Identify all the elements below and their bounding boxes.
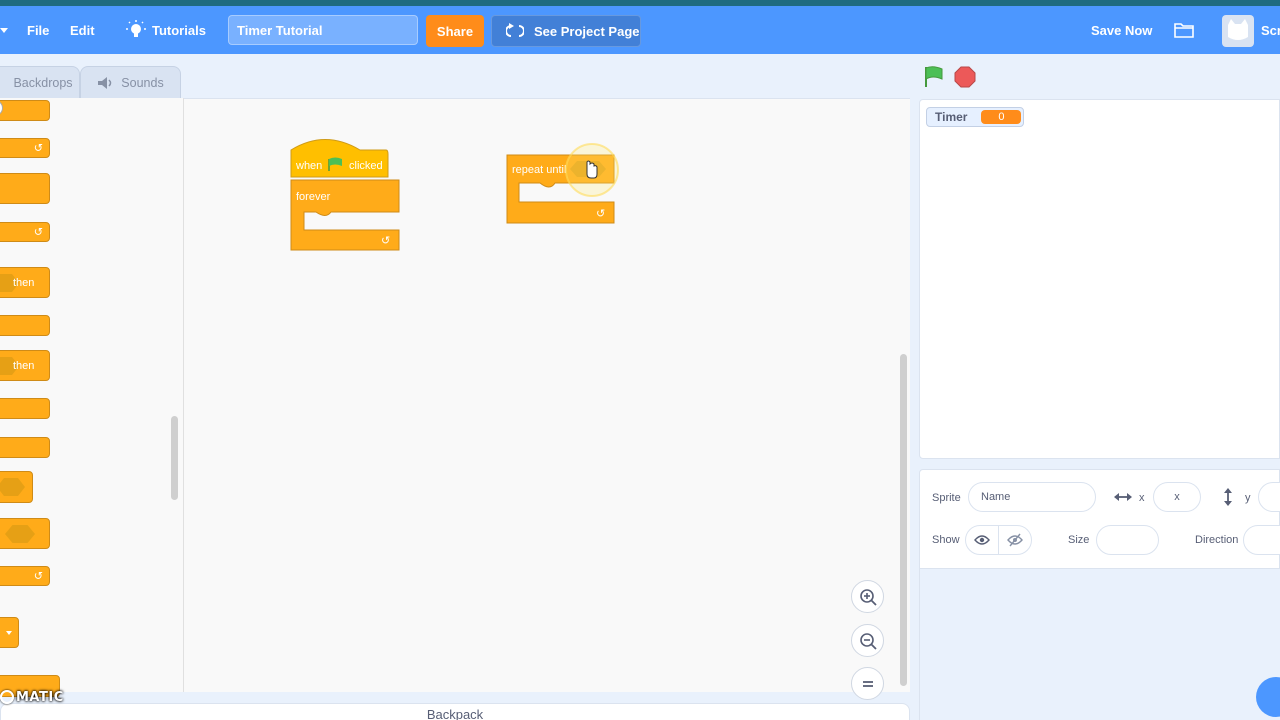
palette-block[interactable] <box>0 518 50 549</box>
sprite-name-input[interactable]: Name <box>968 482 1096 512</box>
watermark-circle-icon <box>0 690 14 704</box>
palette-block[interactable] <box>0 100 50 121</box>
x-label: x <box>1139 492 1145 504</box>
palette-block[interactable] <box>0 315 50 336</box>
palette-block[interactable]: ↺ <box>0 222 50 242</box>
stage-header <box>918 58 1280 98</box>
y-input[interactable] <box>1258 482 1280 512</box>
language-caret-icon[interactable] <box>0 28 8 33</box>
see-project-page-label: See Project Page <box>534 23 640 39</box>
zoom-in-icon <box>859 588 877 606</box>
horizontal-arrows-icon <box>1114 493 1132 501</box>
eye-slash-icon <box>1007 533 1023 547</box>
direction-label: Direction <box>1195 534 1239 546</box>
y-label: y <box>1245 492 1251 504</box>
share-button[interactable]: Share <box>426 15 484 47</box>
user-avatar[interactable] <box>1222 15 1254 47</box>
size-input[interactable] <box>1096 525 1159 555</box>
show-hidden-button[interactable] <box>998 525 1032 555</box>
file-menu[interactable]: File <box>27 6 49 54</box>
see-project-page-button[interactable]: See Project Page <box>491 15 641 47</box>
condition-slot[interactable] <box>0 478 25 496</box>
sprite-label: Sprite <box>932 492 961 504</box>
sprite-info-pane: Sprite Name x x y Show Size Direction <box>919 469 1280 569</box>
show-visible-button[interactable] <box>965 525 999 555</box>
remix-icon <box>506 23 524 37</box>
zoom-out-button[interactable] <box>851 624 884 657</box>
loop-arrow-icon: ↺ <box>33 142 43 155</box>
choose-sprite-button[interactable] <box>1256 677 1280 717</box>
hat-when-text: when <box>295 160 322 172</box>
watermark-text: MATIC <box>16 689 64 705</box>
x-input[interactable]: x <box>1153 482 1201 512</box>
vertical-arrows-icon <box>1224 488 1232 506</box>
lightbulb-icon <box>126 20 146 37</box>
when-flag-clicked-block[interactable]: when clicked <box>290 139 389 178</box>
eye-icon <box>974 535 990 545</box>
speaker-icon <box>98 76 112 89</box>
block-palette: ↺ ↺ then then ↺ <box>0 98 184 697</box>
workspace-scrollbar[interactable] <box>900 354 907 686</box>
direction-input[interactable] <box>1243 525 1280 555</box>
sprite-list-pane <box>919 569 1280 720</box>
tab-backdrops-label: Backdrops <box>13 75 73 90</box>
backpack-bar[interactable]: Backpack <box>0 703 910 720</box>
forever-text: forever <box>296 191 331 203</box>
loop-arrow-icon: ↺ <box>381 234 390 247</box>
size-label: Size <box>1068 534 1090 546</box>
edit-menu[interactable]: Edit <box>70 6 95 54</box>
then-label: then <box>13 359 35 372</box>
palette-block[interactable] <box>0 471 33 503</box>
palette-if-then-block[interactable]: then <box>0 267 50 298</box>
forever-block[interactable]: forever ↺ <box>290 179 400 251</box>
account-name[interactable]: Scr <box>1261 6 1280 54</box>
palette-block[interactable] <box>0 437 50 458</box>
palette-block[interactable]: ↺ <box>0 138 50 158</box>
green-flag-icon[interactable] <box>922 65 946 89</box>
tutorials-label: Tutorials <box>152 22 206 38</box>
menu-bar: File Edit Tutorials Share See Project Pa… <box>0 6 1280 54</box>
watermark-logo: MATIC <box>0 684 64 710</box>
zoom-out-icon <box>859 632 877 650</box>
tab-backdrops[interactable]: Backdrops <box>0 66 80 98</box>
tab-sounds[interactable]: Sounds <box>80 66 181 98</box>
monitor-value: 0 <box>981 110 1022 124</box>
repeat-until-text: repeat until <box>512 164 566 176</box>
palette-block[interactable] <box>0 173 50 204</box>
monitor-label: Timer <box>935 110 968 124</box>
timer-monitor[interactable]: Timer 0 <box>926 107 1024 127</box>
palette-if-then-block[interactable]: then <box>0 350 50 381</box>
dropdown-caret-icon <box>6 631 12 635</box>
loop-arrow-icon: ↺ <box>33 226 43 239</box>
stage[interactable]: Timer 0 <box>919 99 1280 459</box>
palette-scrollbar[interactable] <box>171 416 178 500</box>
palette-block[interactable] <box>0 617 19 648</box>
palette-block[interactable] <box>0 398 50 419</box>
tutorials-button[interactable]: Tutorials <box>126 6 206 54</box>
folder-icon <box>1174 23 1194 38</box>
loop-arrow-icon: ↺ <box>596 207 605 220</box>
cat-avatar-icon <box>1228 19 1248 40</box>
save-now-button[interactable]: Save Now <box>1091 6 1152 54</box>
loop-arrow-icon: ↺ <box>33 570 43 583</box>
value-bubble <box>0 100 3 116</box>
then-label: then <box>13 276 35 289</box>
stop-icon[interactable] <box>953 65 977 89</box>
zoom-in-button[interactable] <box>851 580 884 613</box>
equals-icon <box>862 680 873 687</box>
backpack-label: Backpack <box>426 707 484 720</box>
condition-slot[interactable] <box>5 525 35 543</box>
project-title-input[interactable] <box>228 15 418 45</box>
zoom-reset-button[interactable] <box>851 667 884 700</box>
palette-block[interactable]: ↺ <box>0 566 50 586</box>
show-label: Show <box>932 534 960 546</box>
my-stuff-button[interactable] <box>1174 6 1194 54</box>
hat-clicked-text: clicked <box>349 160 383 172</box>
tab-sounds-label: Sounds <box>121 75 164 90</box>
